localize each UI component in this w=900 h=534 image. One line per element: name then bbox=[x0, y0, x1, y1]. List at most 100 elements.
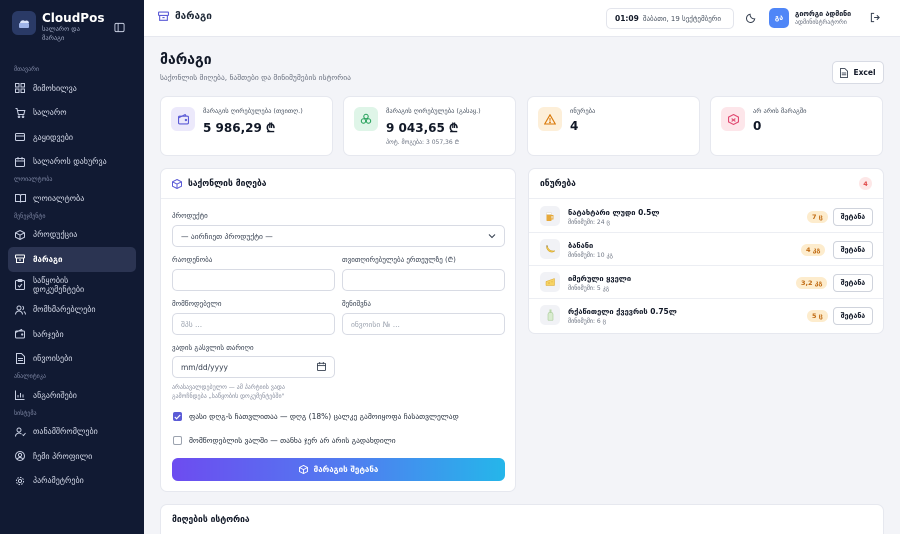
user-menu[interactable]: გა გიორგი ადმინი ადმინისტრატორი bbox=[769, 8, 851, 28]
sidebar-item-label: ხარჯები bbox=[33, 329, 64, 339]
qty-badge: 3,2 კგ bbox=[796, 277, 828, 289]
sidebar-item-stock[interactable]: მარაგი bbox=[8, 247, 136, 272]
stat-value: 4 bbox=[570, 119, 579, 133]
logout-icon[interactable] bbox=[870, 12, 881, 25]
card-header: ინურება bbox=[529, 169, 883, 199]
sidebar-item-settings[interactable]: პარამეტრები bbox=[0, 469, 144, 494]
item-name: რქაწითელი ქვევრის 0.75ლ bbox=[568, 307, 677, 316]
box-icon bbox=[14, 229, 26, 241]
calendar-icon[interactable] bbox=[317, 361, 326, 373]
sidebar-item-sales[interactable]: გაყიდვები bbox=[0, 125, 144, 150]
stat-value: 9 043,65 ₾ bbox=[386, 121, 459, 135]
nav-section-management: მენეჯმენტი bbox=[14, 212, 46, 220]
clock-time: 01:09 bbox=[615, 14, 639, 23]
page-subtitle: საქონლის მიღება, ნაშთები და მინიმუმების … bbox=[160, 73, 351, 82]
sidebar-item-label: გაყიდვები bbox=[33, 132, 73, 142]
sidebar-item-loyalty[interactable]: ლოიალტობა bbox=[0, 186, 144, 211]
vat-checkbox[interactable]: ფასი დღგ-ს ჩათვლითაა — დღგ (18%) ცალკე გ… bbox=[173, 412, 459, 421]
stat-label: ინურება bbox=[570, 107, 596, 115]
item-name: ნატახტარი ლუდი 0.5ლ bbox=[568, 208, 660, 217]
wallet-icon bbox=[171, 107, 195, 131]
document-icon bbox=[14, 353, 26, 365]
stat-extra: პოტ. მოგება: 3 057,36 ₾ bbox=[386, 139, 460, 146]
supplier-debt-checkbox[interactable]: მომწოდებლის ვალში — თანხა ჯერ არ არის გა… bbox=[173, 436, 396, 445]
nav-section-analytics: ანალიტიკა bbox=[14, 373, 46, 380]
product-select[interactable]: — აირჩიეთ პროდუქტი — bbox=[172, 225, 505, 247]
unit-cost-input[interactable] bbox=[342, 269, 505, 291]
beer-icon bbox=[540, 206, 560, 226]
stat-value: 5 986,29 ₾ bbox=[203, 121, 276, 135]
box-icon bbox=[172, 178, 182, 189]
sidebar-item-profile[interactable]: ჩემი პროფილი bbox=[0, 444, 144, 469]
item-name: იმერული ყველი bbox=[568, 274, 632, 283]
chevron-down-icon bbox=[488, 232, 496, 241]
box-icon bbox=[298, 465, 308, 474]
sidebar-item-staff[interactable]: თანამშრომლები bbox=[0, 420, 144, 445]
sidebar-collapse-icon[interactable] bbox=[114, 22, 128, 36]
reorder-button[interactable]: შეტანა bbox=[833, 241, 873, 259]
reorder-button[interactable]: შეტანა bbox=[833, 208, 873, 226]
stat-card-cost-value: მარაგის ღირებულება (თვითღ.) 5 986,29 ₾ bbox=[160, 96, 333, 156]
users-icon bbox=[14, 304, 26, 316]
clock-date: შაბათი, 19 სექტემბერი bbox=[642, 14, 722, 23]
vat-label: ფასი დღგ-ს ჩათვლითაა — დღგ (18%) ცალკე გ… bbox=[189, 412, 459, 421]
stat-card-low-stock: ინურება 4 bbox=[527, 96, 700, 156]
nav-section-loyalty: ლოიალტობა bbox=[14, 176, 53, 183]
user-role: ადმინისტრატორი bbox=[795, 18, 847, 26]
sidebar-item-customers[interactable]: მომხმარებლები bbox=[0, 298, 144, 323]
sidebar-item-cashier[interactable]: სალარო bbox=[0, 101, 144, 126]
sidebar-item-label-2: დოკუმენტები bbox=[33, 284, 85, 294]
item-minimum: მინიმუმი: 6 ც bbox=[568, 318, 607, 325]
calendar-icon bbox=[14, 156, 26, 168]
excel-label: Excel bbox=[853, 68, 876, 77]
checkbox-unchecked-icon bbox=[173, 436, 182, 445]
stat-card-out-of-stock: არ არის მარაგში 0 bbox=[710, 96, 883, 156]
sidebar-item-products[interactable]: პროდუქცია bbox=[0, 223, 144, 248]
banana-icon bbox=[540, 239, 560, 259]
low-stock-count-badge: 4 bbox=[859, 177, 872, 190]
note-input[interactable]: ინვოისი № ... bbox=[342, 313, 505, 335]
stat-label: არ არის მარაგში bbox=[753, 107, 807, 115]
gear-icon bbox=[14, 475, 26, 487]
quantity-input[interactable] bbox=[172, 269, 335, 291]
bottle-icon bbox=[540, 305, 560, 325]
supplier-input[interactable]: შპს ... bbox=[172, 313, 335, 335]
card-header: მიღების ისტორია bbox=[161, 505, 883, 534]
sidebar-item-reports[interactable]: ანგარიშები bbox=[0, 383, 144, 408]
clipboard-icon bbox=[14, 279, 26, 291]
sidebar-item-label: მარაგი bbox=[33, 254, 63, 264]
reorder-button[interactable]: შეტანა bbox=[833, 307, 873, 325]
product-label: პროდუქტი bbox=[172, 212, 208, 220]
stack-icon bbox=[14, 253, 26, 265]
brand-name: CloudPos bbox=[42, 11, 105, 25]
document-icon bbox=[840, 67, 849, 78]
sidebar-item-label: თანამშრომლები bbox=[33, 427, 98, 437]
sidebar-item-overview[interactable]: მიმოხილვა bbox=[0, 76, 144, 101]
excel-export-button[interactable]: Excel bbox=[832, 61, 884, 84]
sidebar-item-expenses[interactable]: ხარჯები bbox=[0, 322, 144, 347]
topbar-title-text: მარაგი bbox=[175, 11, 212, 22]
sidebar-item-invoices[interactable]: ინვოისები bbox=[0, 347, 144, 372]
reorder-button[interactable]: შეტანა bbox=[833, 274, 873, 292]
expiry-hint-2: გამოჩნდება „საწყობის დოკუმენტებში" bbox=[172, 393, 285, 400]
sidebar-item-close-register[interactable]: სალაროს დახურვა bbox=[0, 150, 144, 175]
nav-section-system: სისტემა bbox=[14, 409, 37, 417]
sidebar-item-label: სალაროს დახურვა bbox=[33, 157, 107, 167]
card-title: ინურება bbox=[540, 178, 576, 189]
sidebar-item-label: ანგარიშები bbox=[33, 390, 77, 400]
expiry-date-input[interactable]: mm/dd/yyyy bbox=[172, 356, 335, 378]
submit-stock-button[interactable]: მარაგის შეტანა bbox=[172, 458, 505, 481]
item-minimum: მინიმუმი: 5 კგ bbox=[568, 285, 610, 292]
sidebar-item-label: საწყობის bbox=[33, 275, 69, 285]
moon-icon[interactable] bbox=[746, 12, 757, 25]
grid-icon bbox=[14, 82, 26, 94]
clock-widget: 01:09 შაბათი, 19 სექტემბერი bbox=[606, 8, 734, 29]
receipt-history-card: მიღების ისტორია bbox=[160, 504, 884, 534]
expiry-label: ვადის გასვლის თარიღი bbox=[172, 344, 254, 352]
sidebar-item-warehouse-docs[interactable]: საწყობის დოკუმენტები bbox=[0, 272, 144, 298]
staff-icon bbox=[14, 426, 26, 438]
expiry-hint: არასავალდებულო — ამ პარტიის ვადა bbox=[172, 384, 285, 391]
checkbox-checked-icon bbox=[173, 412, 182, 421]
submit-label: მარაგის შეტანა bbox=[313, 465, 379, 474]
sidebar-item-label: მომხმარებლები bbox=[33, 305, 96, 315]
